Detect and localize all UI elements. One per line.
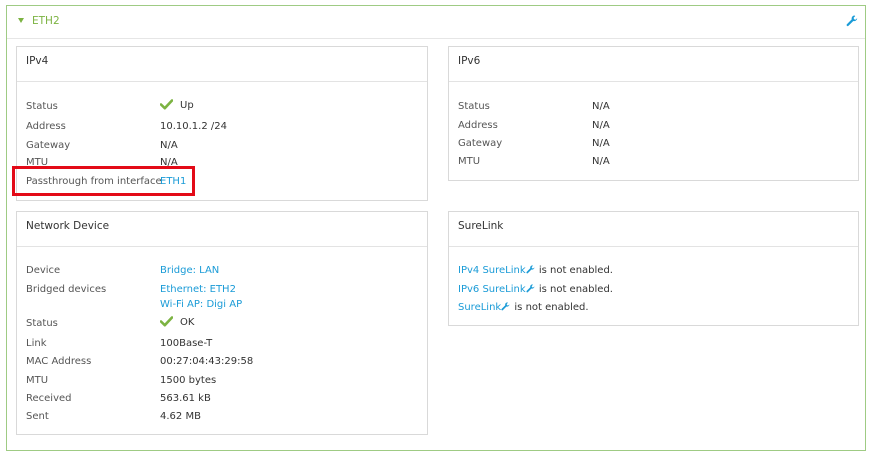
- triangle-down-icon[interactable]: [18, 18, 24, 23]
- ipv4-address-value: 10.10.1.2 /24: [160, 121, 227, 132]
- ipv6-address-value: N/A: [592, 120, 610, 131]
- mac-address-label: MAC Address: [26, 356, 92, 367]
- ipv4-surelink-link[interactable]: IPv4 SureLink: [458, 265, 526, 276]
- bridged-device-link-wifi[interactable]: Wi-Fi AP: Digi AP: [160, 299, 242, 310]
- ipv4-panel-header: IPv4: [17, 47, 427, 82]
- network-device-title: Network Device: [26, 220, 110, 232]
- ipv6-gateway-label: Gateway: [458, 138, 503, 149]
- ipv6-panel: IPv6 Status N/A Address N/A Gateway N/A …: [448, 46, 859, 181]
- surelink-link[interactable]: SureLink: [458, 302, 501, 313]
- bridged-device-link-eth2[interactable]: Ethernet: ETH2: [160, 284, 236, 295]
- ipv6-address-label: Address: [458, 120, 498, 131]
- wrench-icon[interactable]: [501, 302, 510, 311]
- sent-value: 4.62 MB: [160, 411, 201, 422]
- sent-label: Sent: [26, 411, 49, 422]
- ipv6-status-label: Status: [458, 101, 490, 112]
- ipv6-title: IPv6: [458, 55, 481, 67]
- interface-title[interactable]: ETH2: [32, 15, 60, 27]
- ipv4-address-label: Address: [26, 121, 66, 132]
- network-device-panel-header: Network Device: [17, 212, 427, 247]
- ipv6-panel-header: IPv6: [449, 47, 858, 82]
- surelink-panel: SureLink IPv4 SureLink is not enabled. I…: [448, 211, 859, 326]
- ipv4-title: IPv4: [26, 55, 49, 67]
- ipv4-gateway-value: N/A: [160, 140, 178, 151]
- link-label: Link: [26, 338, 47, 349]
- interface-header[interactable]: ETH2: [7, 6, 865, 39]
- checkmark-icon: [160, 316, 173, 327]
- ipv4-status-value: Up: [160, 99, 194, 111]
- ipv4-gateway-label: Gateway: [26, 140, 71, 151]
- ipv4-surelink-line: IPv4 SureLink is not enabled.: [458, 265, 613, 276]
- ipv6-surelink-text: is not enabled.: [535, 284, 613, 295]
- ipv4-surelink-text: is not enabled.: [535, 265, 613, 276]
- device-link[interactable]: Bridge: LAN: [160, 265, 219, 276]
- device-mtu-label: MTU: [26, 375, 49, 386]
- device-status-text: OK: [180, 317, 195, 328]
- highlight-box: [12, 166, 195, 196]
- surelink-panel-header: SureLink: [449, 212, 858, 247]
- surelink-text: is not enabled.: [511, 302, 589, 313]
- bridged-devices-label: Bridged devices: [26, 284, 107, 295]
- device-label: Device: [26, 265, 61, 276]
- device-status-label: Status: [26, 318, 58, 329]
- checkmark-icon: [160, 99, 173, 110]
- ipv6-mtu-value: N/A: [592, 156, 610, 167]
- surelink-line: SureLink is not enabled.: [458, 302, 589, 313]
- wrench-icon[interactable]: [526, 265, 535, 274]
- ipv6-gateway-value: N/A: [592, 138, 610, 149]
- ipv6-status-value: N/A: [592, 101, 610, 112]
- wrench-icon[interactable]: [526, 284, 535, 293]
- device-mtu-value: 1500 bytes: [160, 375, 217, 386]
- received-label: Received: [26, 393, 72, 404]
- link-value: 100Base-T: [160, 338, 213, 349]
- ipv4-status-label: Status: [26, 101, 58, 112]
- mac-address-value: 00:27:04:43:29:58: [160, 356, 254, 367]
- ipv6-surelink-link[interactable]: IPv6 SureLink: [458, 284, 526, 295]
- ipv6-surelink-line: IPv6 SureLink is not enabled.: [458, 284, 613, 295]
- ipv4-status-text: Up: [180, 100, 194, 111]
- network-device-panel: Network Device Device Bridge: LAN Bridge…: [16, 211, 428, 435]
- surelink-title: SureLink: [458, 220, 504, 232]
- device-status-value: OK: [160, 316, 194, 328]
- ipv6-mtu-label: MTU: [458, 156, 481, 167]
- wrench-icon[interactable]: [846, 15, 858, 27]
- received-value: 563.61 kB: [160, 393, 211, 404]
